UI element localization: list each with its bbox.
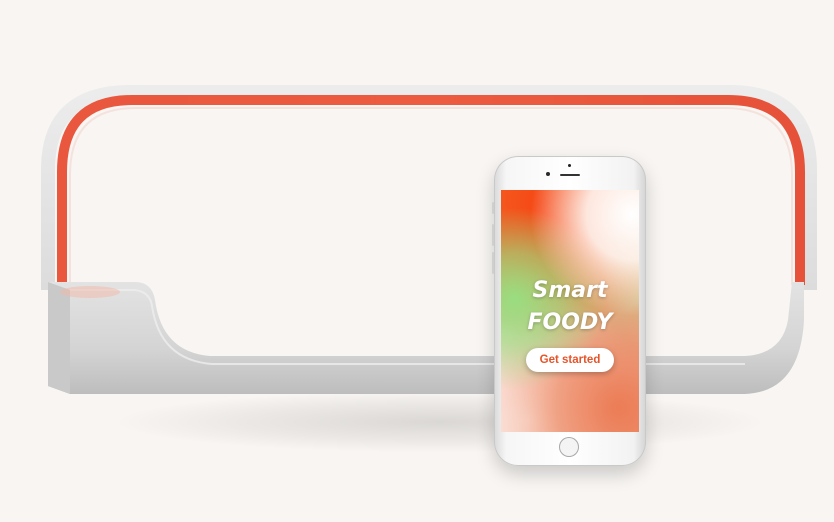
app-screen: Smart FOODY Get started xyxy=(501,190,639,432)
earpiece-speaker-icon xyxy=(560,174,580,176)
phone-mute-switch xyxy=(492,202,494,214)
app-title-line2: FOODY xyxy=(527,310,613,335)
app-title-line1: Smart xyxy=(532,278,608,303)
device-light-band xyxy=(57,95,805,285)
device-frame-inner-edge xyxy=(69,107,793,285)
proximity-sensor-icon xyxy=(546,172,550,176)
device-base xyxy=(48,282,804,394)
phone-volume-up-button xyxy=(492,224,494,246)
smart-kitchen-device xyxy=(41,85,817,394)
device-glow-reflection xyxy=(60,286,120,298)
product-mockup-scene: Smart FOODY Get started xyxy=(0,0,834,522)
get-started-button[interactable]: Get started xyxy=(526,348,614,372)
device-base-front xyxy=(48,282,70,394)
device-frame-outer xyxy=(41,85,817,290)
home-button-icon[interactable] xyxy=(559,437,579,457)
phone-volume-down-button xyxy=(492,252,494,274)
smartphone-mockup: Smart FOODY Get started xyxy=(492,156,646,466)
front-camera-icon xyxy=(568,164,571,167)
